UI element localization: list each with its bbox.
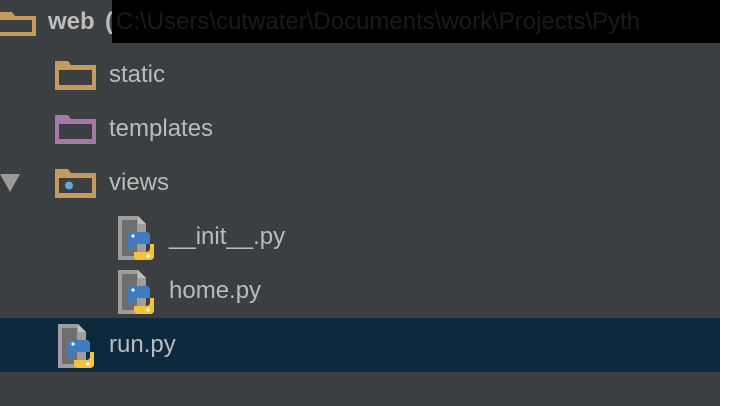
tree-item-label: static: [109, 61, 166, 88]
expand-arrow-icon[interactable]: [0, 172, 22, 194]
root-path-label: C:\Users\cutwater\Documents\work\Project…: [116, 8, 641, 35]
folder-icon: [0, 12, 36, 36]
tree-item-label: views: [109, 169, 170, 196]
package-folder-icon: [55, 169, 96, 198]
tree-item-label: run.py: [109, 331, 176, 358]
tree-item-label: home.py: [169, 277, 262, 304]
tree-root-label: web: [48, 8, 95, 35]
tree-item-label: templates: [109, 115, 214, 142]
tree-empty-area: [0, 372, 720, 406]
tree-item-run-py[interactable]: run.py: [0, 318, 720, 372]
tree-item-init-py[interactable]: __init__.py: [0, 210, 720, 264]
folder-icon: [55, 115, 96, 144]
right-edge: [720, 0, 730, 406]
python-file-icon: [118, 270, 154, 314]
tree-item-views[interactable]: views: [0, 156, 720, 210]
project-tree-panel: web ( C:\Users\cutwater\Documents\work\P…: [0, 0, 720, 406]
tree-item-static[interactable]: static: [0, 48, 720, 102]
tree-item-label: __init__.py: [169, 223, 286, 250]
folder-icon: [55, 61, 96, 90]
python-file-icon: [58, 324, 94, 368]
root-path-text: C:\Users\cutwater\Documents\work\Project…: [112, 0, 720, 43]
python-file-icon: [118, 216, 154, 260]
tree-item-templates[interactable]: templates: [0, 102, 720, 156]
tree-item-home-py[interactable]: home.py: [0, 264, 720, 318]
